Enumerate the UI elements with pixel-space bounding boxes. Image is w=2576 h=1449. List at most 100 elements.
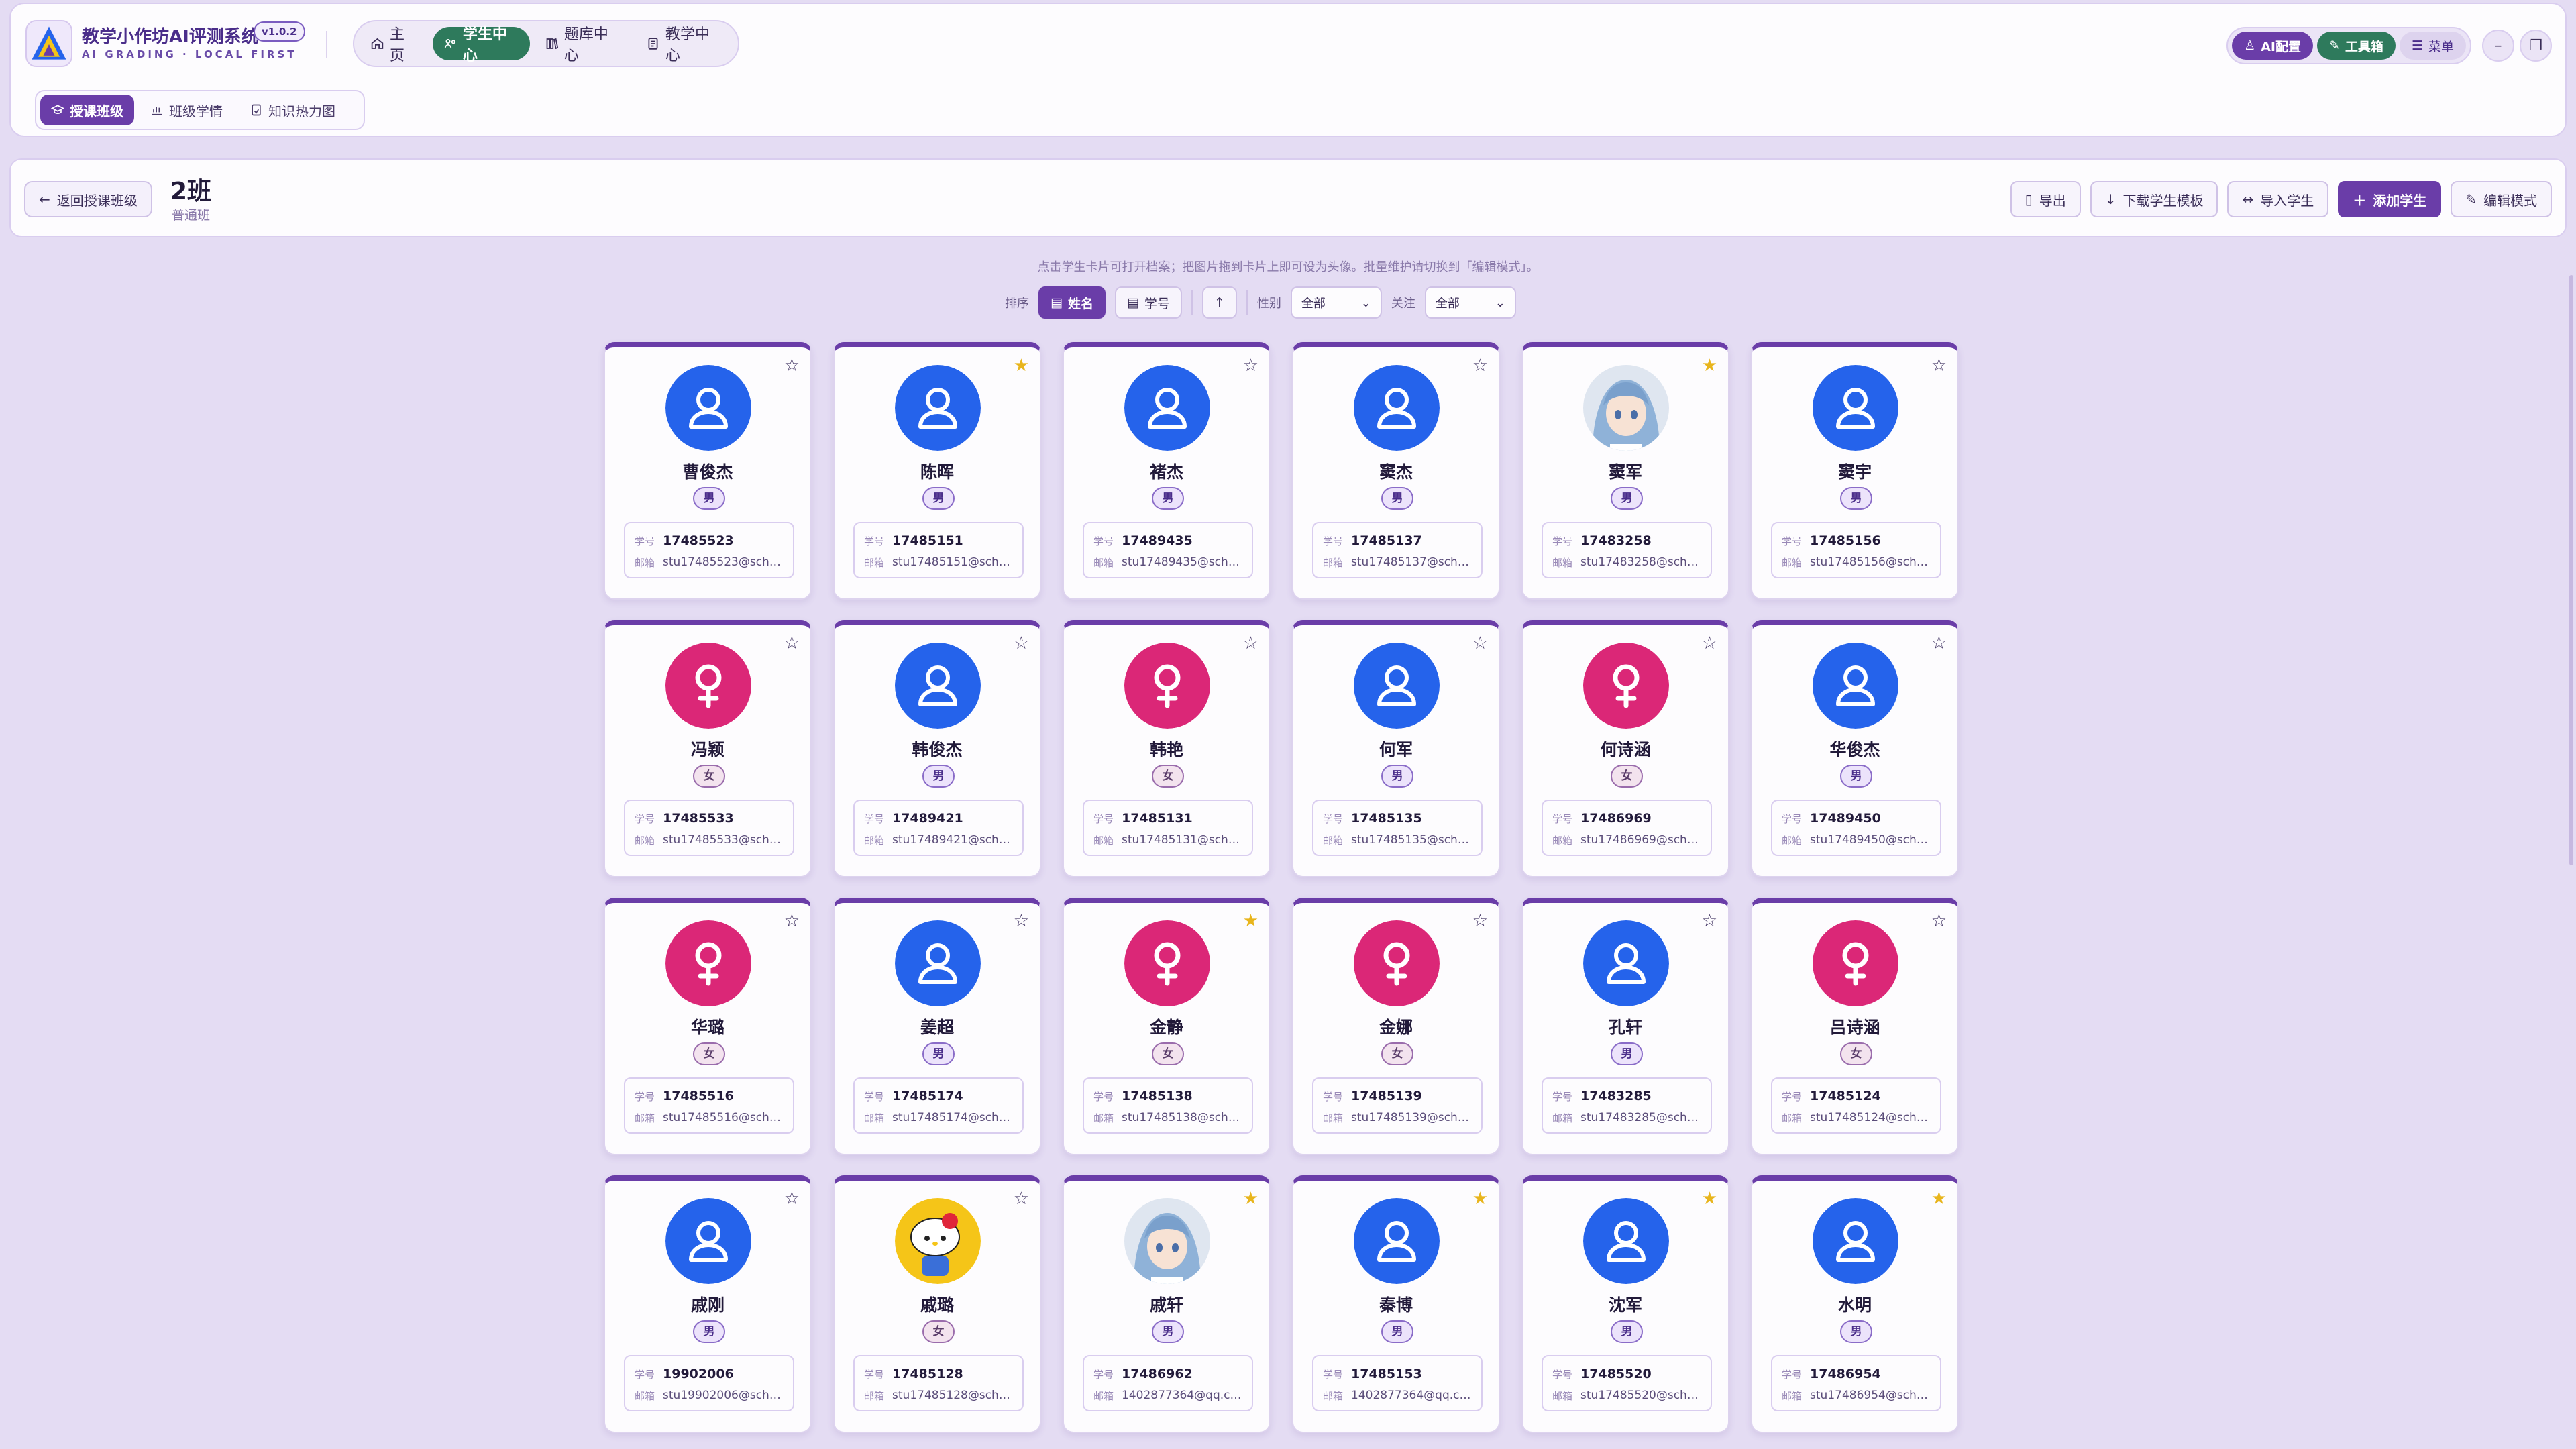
student-card[interactable]: ☆ 窦杰男学号 17485137 邮箱 stu17485137@scho… bbox=[1292, 342, 1500, 600]
student-card[interactable]: ☆ 窦宇男学号 17485156 邮箱 stu17485156@scho… bbox=[1751, 342, 1959, 600]
student-email: stu17485156@scho… bbox=[1810, 555, 1931, 569]
nav-teaching-center[interactable]: 教学中心 bbox=[635, 26, 733, 64]
student-card[interactable]: ☆ 曹俊杰男学号 17485523 邮箱 stu17485523@scho… bbox=[604, 342, 812, 600]
star-icon[interactable]: ☆ bbox=[1931, 635, 1947, 652]
star-icon[interactable]: ★ bbox=[1014, 357, 1029, 374]
star-icon[interactable]: ☆ bbox=[784, 357, 800, 374]
menu-button[interactable]: ☰ 菜单 bbox=[2399, 32, 2466, 60]
sort-by-id-button[interactable]: ▤ 学号 bbox=[1114, 286, 1182, 319]
star-icon[interactable]: ★ bbox=[1931, 1190, 1947, 1208]
sort-by-name-button[interactable]: ▤ 姓名 bbox=[1038, 286, 1106, 319]
student-card[interactable]: ★ 水明男学号 17486954 邮箱 stu17486954@scho… bbox=[1751, 1175, 1959, 1433]
star-icon[interactable]: ☆ bbox=[784, 635, 800, 652]
import-students-button[interactable]: ↔ 导入学生 bbox=[2227, 181, 2329, 217]
star-icon[interactable]: ☆ bbox=[784, 1190, 800, 1208]
id-label: 学号 bbox=[1093, 535, 1114, 547]
star-icon[interactable]: ☆ bbox=[1014, 635, 1029, 652]
student-card[interactable]: ☆ 戚璐女学号 17485128 邮箱 stu17485128@scho… bbox=[833, 1175, 1041, 1433]
back-button[interactable]: ← 返回授课班级 bbox=[24, 181, 152, 217]
minimize-button[interactable]: – bbox=[2482, 30, 2514, 62]
student-email: stu17485174@scho… bbox=[892, 1111, 1013, 1124]
star-icon[interactable]: ★ bbox=[1472, 1190, 1488, 1208]
student-card[interactable]: ★ 陈晖男学号 17485151 邮箱 stu17485151@schoo… bbox=[833, 342, 1041, 600]
student-card[interactable]: ☆ 吕诗涵女学号 17485124 邮箱 stu17485124@scho… bbox=[1751, 898, 1959, 1155]
student-id: 17485137 bbox=[1351, 533, 1422, 548]
sort-label: 排序 bbox=[1005, 297, 1029, 311]
sort-direction-button[interactable]: ↑ bbox=[1201, 286, 1237, 319]
star-icon[interactable]: ★ bbox=[1243, 912, 1258, 930]
email-label: 邮箱 bbox=[1552, 1112, 1573, 1124]
star-icon[interactable]: ☆ bbox=[1243, 357, 1258, 374]
star-icon[interactable]: ☆ bbox=[1472, 357, 1488, 374]
student-card[interactable]: ☆ 华璐女学号 17485516 邮箱 stu17485516@scho… bbox=[604, 898, 812, 1155]
id-label: 学号 bbox=[1782, 812, 1803, 825]
star-icon[interactable]: ☆ bbox=[1931, 912, 1947, 930]
download-template-button[interactable]: ↓ 下载学生模板 bbox=[2090, 181, 2218, 217]
email-label: 邮箱 bbox=[1552, 834, 1573, 847]
student-card[interactable]: ★ 窦军男学号 17483258 邮箱 stu17483258@scho… bbox=[1521, 342, 1729, 600]
star-icon[interactable]: ☆ bbox=[1472, 912, 1488, 930]
avatar bbox=[665, 1198, 751, 1284]
nav-question-bank[interactable]: 题库中心 bbox=[534, 26, 631, 64]
star-icon[interactable]: ☆ bbox=[784, 912, 800, 930]
class-name: 2班 bbox=[170, 178, 212, 205]
student-card[interactable]: ★ 戚轩男学号 17486962 邮箱 1402877364@qq.com bbox=[1063, 1175, 1271, 1433]
star-icon[interactable]: ☆ bbox=[1243, 635, 1258, 652]
star-icon[interactable]: ☆ bbox=[1472, 635, 1488, 652]
student-info: 学号 17485131 邮箱 stu17485131@scho… bbox=[1083, 800, 1253, 856]
student-card[interactable]: ★ 金静女学号 17485138 邮箱 stu17485138@scho… bbox=[1063, 898, 1271, 1155]
star-icon[interactable]: ★ bbox=[1702, 357, 1717, 374]
follow-select[interactable]: 全部 ⌄ bbox=[1424, 286, 1516, 319]
star-icon[interactable]: ☆ bbox=[1014, 1190, 1029, 1208]
document-icon bbox=[648, 38, 658, 50]
student-card[interactable]: ☆ 何诗涵女学号 17486969 邮箱 stu17486969@scho… bbox=[1521, 620, 1729, 877]
tab-class-analytics[interactable]: 班级学情 bbox=[140, 95, 233, 125]
student-card[interactable]: ☆ 韩艳女学号 17485131 邮箱 stu17485131@scho… bbox=[1063, 620, 1271, 877]
student-card[interactable]: ☆ 韩俊杰男学号 17489421 邮箱 stu17489421@scho… bbox=[833, 620, 1041, 877]
toolbox-button[interactable]: ✎ 工具箱 bbox=[2317, 32, 2396, 60]
student-card[interactable]: ☆ 何军男学号 17485135 邮箱 stu17485135@scho… bbox=[1292, 620, 1500, 877]
student-name: 华俊杰 bbox=[1829, 740, 1880, 759]
student-card[interactable]: ☆ 金娜女学号 17485139 邮箱 stu17485139@scho… bbox=[1292, 898, 1500, 1155]
student-name: 韩俊杰 bbox=[912, 740, 963, 759]
nav-home[interactable]: 主页 bbox=[360, 26, 429, 64]
student-name: 冯颖 bbox=[690, 740, 724, 759]
scrollbar[interactable] bbox=[2569, 275, 2573, 865]
star-icon[interactable]: ☆ bbox=[1702, 635, 1717, 652]
star-icon[interactable]: ☆ bbox=[1702, 912, 1717, 930]
nav-student-center[interactable]: 学生中心 bbox=[432, 26, 530, 64]
star-icon[interactable]: ☆ bbox=[1931, 357, 1947, 374]
student-name: 金静 bbox=[1149, 1018, 1183, 1037]
student-name: 华璐 bbox=[690, 1018, 724, 1037]
follow-label: 关注 bbox=[1391, 297, 1415, 311]
student-card[interactable]: ★ 沈军男学号 17485520 邮箱 stu17485520@scho… bbox=[1521, 1175, 1729, 1433]
student-card[interactable]: ☆ 孔轩男学号 17483285 邮箱 stu17483285@scho… bbox=[1521, 898, 1729, 1155]
student-card[interactable]: ★ 秦博男学号 17485153 邮箱 1402877364@qq.com bbox=[1292, 1175, 1500, 1433]
star-icon[interactable]: ☆ bbox=[1014, 912, 1029, 930]
student-card[interactable]: ☆ 姜超男学号 17485174 邮箱 stu17485174@scho… bbox=[833, 898, 1041, 1155]
restore-button[interactable]: ❐ bbox=[2520, 30, 2552, 62]
student-card[interactable]: ☆ 戚刚男学号 19902006 邮箱 stu19902006@scho… bbox=[604, 1175, 812, 1433]
tab-teaching-classes[interactable]: 授课班级 bbox=[40, 95, 134, 125]
add-student-button[interactable]: ＋添加学生 bbox=[2338, 181, 2442, 217]
student-id: 17485520 bbox=[1580, 1366, 1652, 1381]
ai-config-button[interactable]: ♙ AI配置 bbox=[2232, 32, 2313, 60]
star-icon[interactable]: ★ bbox=[1243, 1190, 1258, 1208]
student-card[interactable]: ☆ 华俊杰男学号 17489450 邮箱 stu17489450@scho… bbox=[1751, 620, 1959, 877]
id-label: 学号 bbox=[1323, 1368, 1344, 1381]
email-label: 邮箱 bbox=[1782, 834, 1803, 847]
id-label: 学号 bbox=[1323, 1090, 1344, 1103]
avatar bbox=[1354, 643, 1440, 729]
student-card[interactable]: ☆ 冯颖女学号 17485533 邮箱 stu17485533@scho… bbox=[604, 620, 812, 877]
edit-mode-button[interactable]: ✎ 编辑模式 bbox=[2451, 181, 2552, 217]
tab-knowledge-heatmap[interactable]: 知识热力图 bbox=[239, 95, 346, 125]
sub-nav: 授课班级 班级学情 知识热力图 bbox=[35, 90, 365, 130]
export-button[interactable]: ▯ 导出 bbox=[2010, 181, 2081, 217]
star-icon[interactable]: ★ bbox=[1702, 1190, 1717, 1208]
student-card[interactable]: ☆ 褚杰男学号 17489435 邮箱 stu17489435@scho… bbox=[1063, 342, 1271, 600]
gender-select[interactable]: 全部 ⌄ bbox=[1290, 286, 1382, 319]
email-label: 邮箱 bbox=[635, 1112, 655, 1124]
email-label: 邮箱 bbox=[1093, 1112, 1114, 1124]
student-id: 17486962 bbox=[1122, 1366, 1193, 1381]
version-badge: v1.0.2 bbox=[254, 21, 305, 42]
